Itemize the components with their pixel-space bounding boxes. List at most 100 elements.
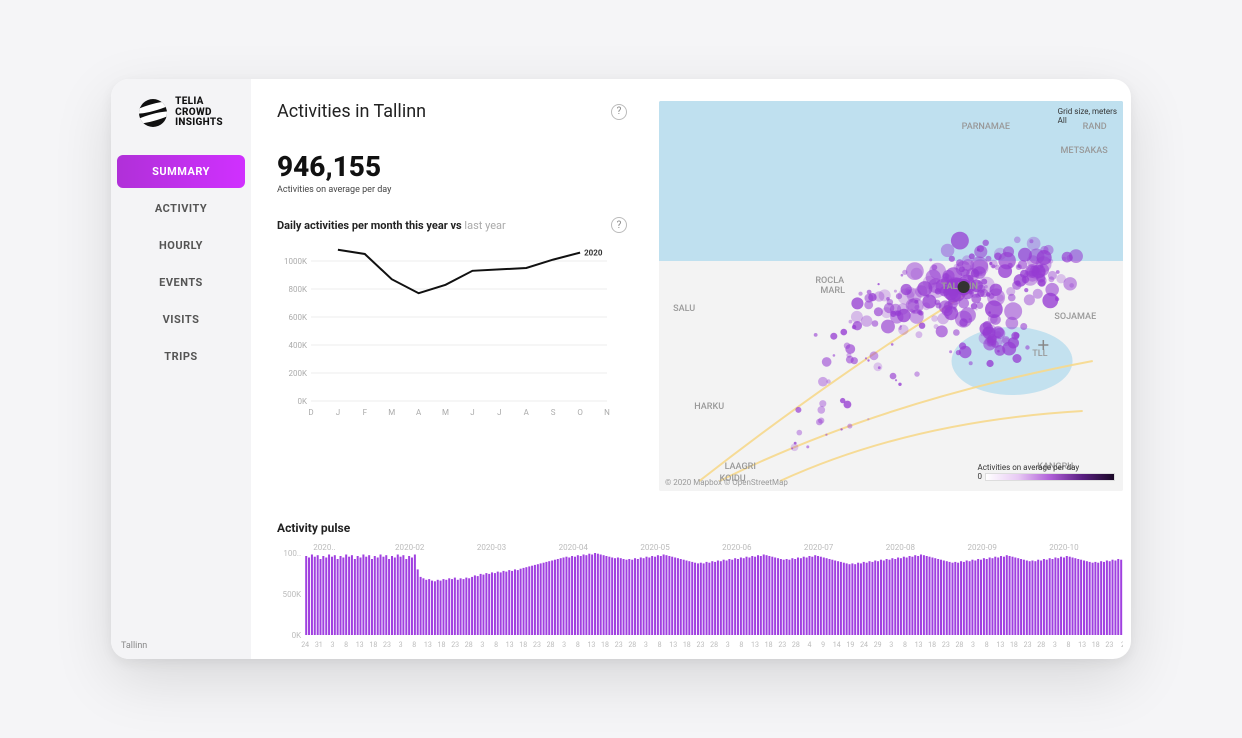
svg-text:28: 28 [792, 640, 800, 649]
svg-text:3: 3 [562, 640, 566, 649]
svg-text:23: 23 [1105, 640, 1113, 649]
svg-text:31: 31 [315, 640, 323, 649]
svg-text:PARNAMAE: PARNAMAE [962, 122, 1010, 132]
svg-text:13: 13 [1078, 640, 1086, 649]
svg-text:28: 28 [1037, 640, 1045, 649]
sidebar-nav: SUMMARY ACTIVITY HOURLY EVENTS VISITS TR… [111, 155, 251, 373]
svg-text:TLL: TLL [1032, 349, 1047, 359]
svg-text:3: 3 [644, 640, 648, 649]
svg-text:3: 3 [399, 640, 403, 649]
sidebar: TELIA CROWD INSIGHTS SUMMARY ACTIVITY HO… [111, 79, 251, 659]
sidebar-item-activity[interactable]: ACTIVITY [117, 192, 245, 225]
help-icon[interactable]: ? [611, 104, 627, 120]
svg-text:18: 18 [601, 640, 609, 649]
svg-text:SALU: SALU [673, 304, 695, 314]
svg-text:2020-07: 2020-07 [804, 543, 834, 552]
svg-text:METSAKAS: METSAKAS [1060, 146, 1108, 156]
sidebar-item-visits[interactable]: VISITS [117, 303, 245, 336]
activity-pulse-section: Activity pulse 2020..2020-022020-032020-… [277, 521, 1123, 653]
svg-text:500K: 500K [283, 590, 303, 599]
brand-text: TELIA CROWD INSIGHTS [175, 97, 223, 129]
svg-text:8: 8 [739, 640, 743, 649]
svg-text:2020-09: 2020-09 [967, 543, 996, 552]
svg-text:28: 28 [628, 640, 636, 649]
svg-text:23: 23 [1024, 640, 1032, 649]
brand-line-1: TELIA [175, 97, 223, 108]
map-colorbar-min: 0 [978, 472, 983, 481]
svg-text:8: 8 [1067, 640, 1071, 649]
kpi-value: 946,155 [277, 150, 647, 183]
sidebar-item-events[interactable]: EVENTS [117, 266, 245, 299]
svg-text:8: 8 [658, 640, 662, 649]
svg-text:13: 13 [424, 640, 432, 649]
svg-text:400K: 400K [288, 341, 307, 350]
svg-text:23: 23 [451, 640, 459, 649]
svg-text:28: 28 [547, 640, 555, 649]
svg-text:13: 13 [506, 640, 514, 649]
svg-text:J: J [470, 408, 474, 417]
right-column: PARNAMAE RAND METSAKAS SOJAMAE TLL HARKU… [659, 101, 1123, 515]
svg-text:4: 4 [807, 640, 811, 649]
svg-text:9: 9 [821, 640, 825, 649]
sidebar-item-hourly[interactable]: HOURLY [117, 229, 245, 262]
svg-text:8: 8 [494, 640, 498, 649]
svg-text:3: 3 [1053, 640, 1057, 649]
svg-text:2020..: 2020.. [313, 543, 335, 552]
svg-text:18: 18 [765, 640, 773, 649]
svg-text:A: A [416, 408, 422, 417]
svg-text:13: 13 [669, 640, 677, 649]
svg-text:2020-10: 2020-10 [1049, 543, 1079, 552]
svg-text:13: 13 [996, 640, 1004, 649]
svg-text:O: O [577, 408, 583, 417]
map-grid-selector[interactable]: Grid size, meters All [1058, 107, 1117, 125]
svg-text:M: M [442, 408, 449, 417]
svg-text:2020-03: 2020-03 [477, 543, 506, 552]
svg-text:28: 28 [465, 640, 473, 649]
page-title: Activities in Tallinn [277, 101, 426, 122]
svg-text:28: 28 [955, 640, 963, 649]
svg-text:14: 14 [833, 640, 841, 649]
svg-text:13: 13 [356, 640, 364, 649]
svg-text:23: 23 [778, 640, 786, 649]
svg-text:13: 13 [751, 640, 759, 649]
line-chart: 0K200K400K600K800K1000KDJFMAMJJASON2020 [277, 239, 637, 419]
svg-text:MARL: MARL [820, 286, 845, 296]
svg-text:3: 3 [480, 640, 484, 649]
svg-text:23: 23 [697, 640, 705, 649]
top-row: Activities in Tallinn ? 946,155 Activiti… [277, 101, 1123, 515]
map-colorbar-gradient [985, 473, 1115, 481]
svg-text:3: 3 [331, 640, 335, 649]
page-title-row: Activities in Tallinn ? [277, 101, 647, 122]
svg-text:18: 18 [1092, 640, 1100, 649]
svg-text:0K: 0K [297, 397, 307, 406]
line-chart-title-main: Daily activities per month this year vs [277, 219, 464, 232]
svg-text:LAAGRI: LAAGRI [725, 462, 756, 472]
svg-text:23: 23 [383, 640, 391, 649]
activity-pulse-chart: 2020..2020-022020-032020-042020-052020-0… [277, 539, 1123, 649]
sidebar-item-summary[interactable]: SUMMARY [117, 155, 245, 188]
left-column: Activities in Tallinn ? 946,155 Activiti… [277, 101, 647, 515]
svg-text:1000K: 1000K [284, 257, 308, 266]
svg-text:19: 19 [846, 640, 854, 649]
svg-text:D: D [308, 408, 313, 417]
map-colorbar-label: Activities on average per day [978, 463, 1116, 472]
svg-text:13: 13 [915, 640, 923, 649]
svg-text:ROCLA: ROCLA [815, 276, 844, 286]
sidebar-item-trips[interactable]: TRIPS [117, 340, 245, 373]
brand-line-3: INSIGHTS [175, 118, 223, 129]
app-frame: TELIA CROWD INSIGHTS SUMMARY ACTIVITY HO… [111, 79, 1131, 659]
map-svg: PARNAMAE RAND METSAKAS SOJAMAE TLL HARKU… [659, 101, 1123, 491]
svg-text:18: 18 [683, 640, 691, 649]
svg-text:3: 3 [726, 640, 730, 649]
svg-text:J: J [336, 408, 340, 417]
svg-text:2020: 2020 [584, 249, 603, 258]
map-attribution: © 2020 Mapbox © OpenStreetMap [665, 478, 788, 487]
line-chart-help-icon[interactable]: ? [611, 217, 627, 233]
line-chart-title-row: Daily activities per month this year vs … [277, 217, 647, 233]
line-chart-title-muted: last year [464, 219, 505, 232]
svg-text:A: A [524, 408, 530, 417]
svg-text:J: J [497, 408, 501, 417]
svg-text:HARKU: HARKU [694, 402, 724, 412]
map[interactable]: PARNAMAE RAND METSAKAS SOJAMAE TLL HARKU… [659, 101, 1123, 491]
svg-text:F: F [363, 408, 368, 417]
